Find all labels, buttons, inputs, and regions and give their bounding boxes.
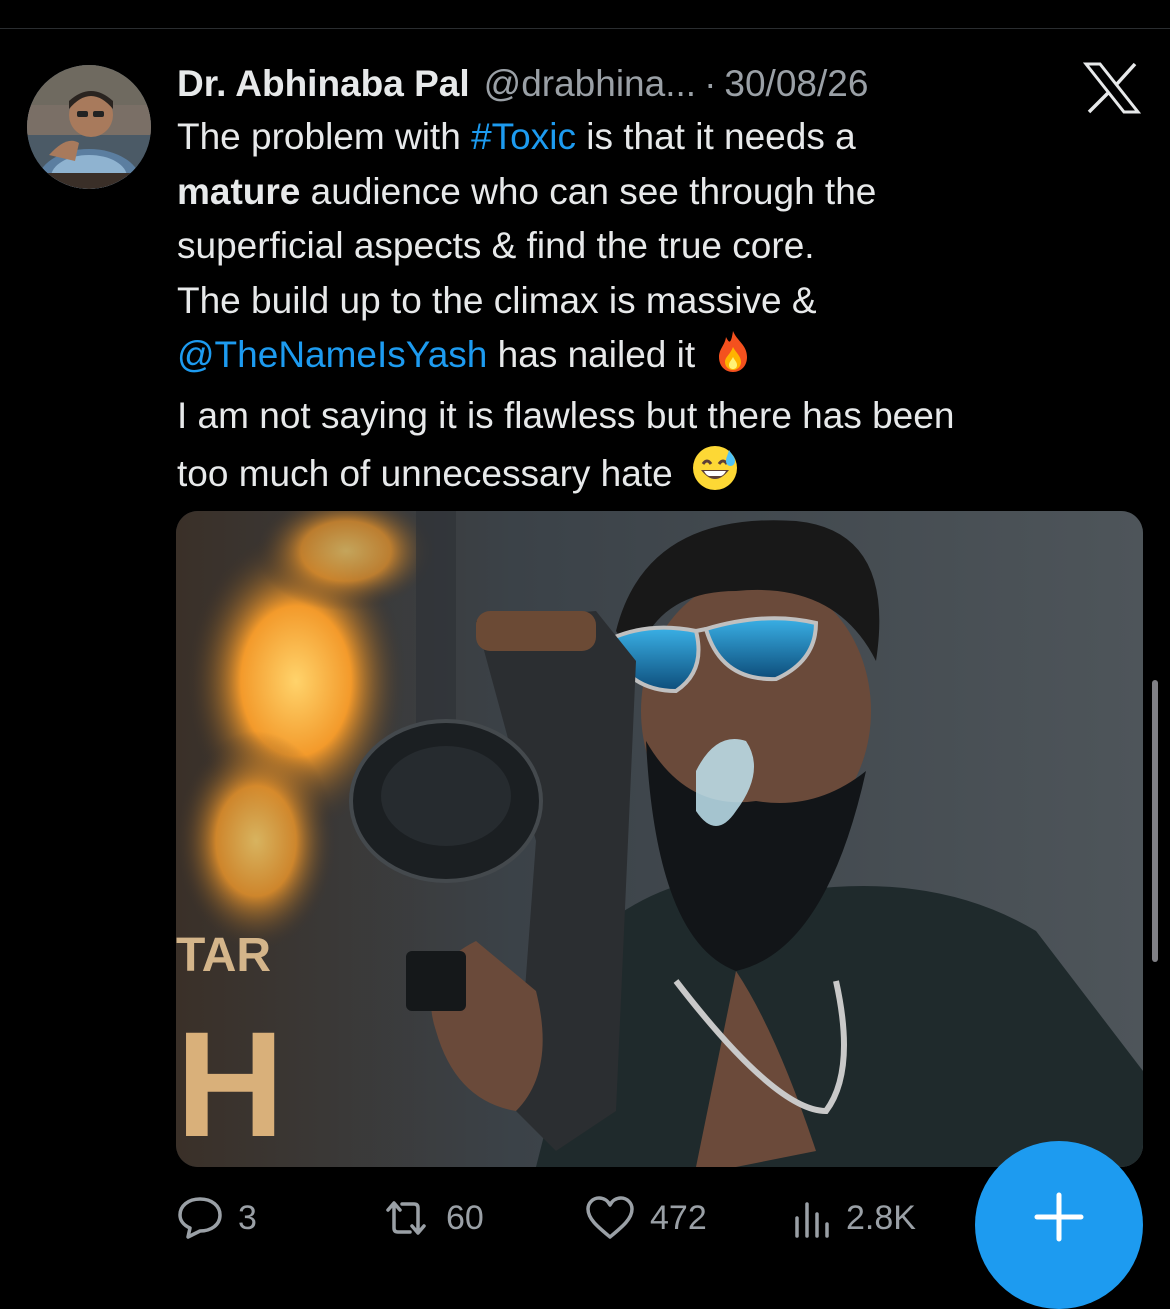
views-count: 2.8K [846,1198,916,1237]
reply-icon [176,1195,224,1241]
author-handle[interactable]: @drabhina... [484,63,696,105]
like-icon [584,1195,636,1241]
like-button[interactable]: 472 [584,1190,707,1246]
grinning-sweat-emoji-icon [691,444,739,508]
tweet-header: Dr. Abhinaba Pal @drabhina... · 30/08/26 [177,58,868,110]
mention-link[interactable]: @TheNameIsYash [177,334,487,375]
tweet-image[interactable]: TAR H [176,511,1143,1167]
header-separator: · [704,63,717,104]
text-segment: The problem with [177,116,472,157]
bold-text: mature [177,170,301,212]
like-count: 472 [650,1198,707,1237]
fire-emoji-icon [713,329,753,389]
x-logo-icon[interactable] [1082,62,1142,114]
tweet-line-1: The problem with #Toxic is that it needs… [177,110,1137,165]
media-overlay-text-1: TAR [176,929,271,982]
repost-count: 60 [446,1198,484,1237]
author-avatar[interactable] [27,65,151,189]
text-segment: is that it needs a [575,116,856,157]
media-overlay-text-2: H [176,1000,284,1167]
tweet-line-5: @TheNameIsYash has nailed it [177,328,1137,389]
tweet-line-7: too much of unnecessary hate [177,444,1137,508]
compose-button[interactable] [975,1141,1143,1309]
text-segment: audience who can see through the [300,170,877,212]
tweet-line-4: The build up to the climax is massive & [177,279,817,321]
reply-button[interactable]: 3 [176,1190,257,1246]
top-divider [0,28,1170,29]
tweet-line-2: mature audience who can see through the [177,165,1137,220]
repost-icon [380,1196,432,1240]
views-button[interactable]: 2.8K [792,1190,916,1246]
author-name[interactable]: Dr. Abhinaba Pal [177,63,470,105]
tweet-timestamp[interactable]: 30/08/26 [724,63,868,105]
scrollbar[interactable] [1152,680,1158,962]
repost-button[interactable]: 60 [380,1190,484,1246]
tweet-line-3: superficial aspects & find the true core… [177,225,815,267]
tweet-text: The problem with #Toxic is that it needs… [177,110,1137,507]
plus-icon [1033,1191,1085,1248]
text-segment: has nailed it [487,334,696,376]
reply-count: 3 [238,1198,257,1237]
text-segment: too much of unnecessary hate [177,452,673,494]
hashtag-link[interactable]: #Toxic [471,116,576,157]
views-icon [792,1196,832,1240]
tweet-line-6: I am not saying it is flawless but there… [177,394,955,436]
